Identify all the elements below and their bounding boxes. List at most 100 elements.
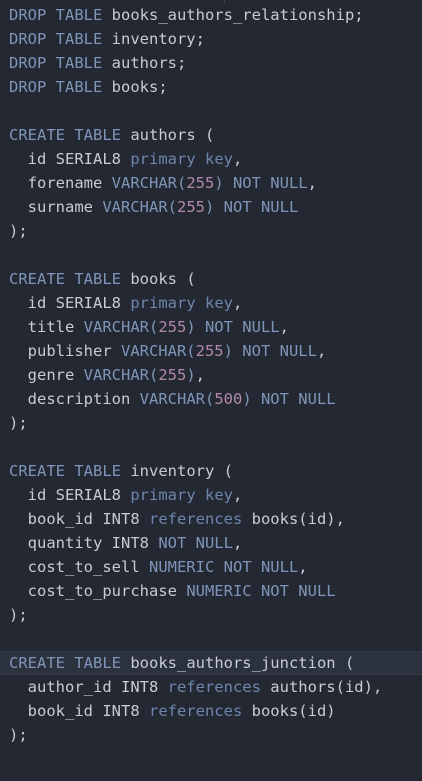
code-token: title xyxy=(9,318,84,336)
code-token: ); xyxy=(9,414,28,432)
code-token: , xyxy=(195,366,205,384)
code-token: ( xyxy=(195,126,215,144)
code-line[interactable]: book_id INT8 references books(id), xyxy=(0,507,422,531)
code-line[interactable]: DROP TABLE books_authors_relationship; xyxy=(0,3,422,27)
code-line[interactable]: genre VARCHAR(255), xyxy=(0,363,422,387)
code-token: authors(id), xyxy=(260,678,383,696)
code-line[interactable]: ); xyxy=(0,411,422,435)
code-token: CREATE TABLE xyxy=(9,654,131,672)
code-token: id SERIAL8 xyxy=(9,150,131,168)
code-token: 255 xyxy=(158,318,187,336)
code-line[interactable]: author_id INT8 references authors(id), xyxy=(0,675,422,699)
code-token: books(id), xyxy=(242,510,345,528)
code-line[interactable]: id SERIAL8 primary key, xyxy=(0,291,422,315)
code-line[interactable]: CREATE TABLE books_authors_junction ( xyxy=(0,651,422,675)
code-token: publisher xyxy=(9,342,121,360)
code-line[interactable]: ​ xyxy=(0,243,422,267)
code-token: , xyxy=(232,150,243,168)
code-token: authors xyxy=(130,126,196,144)
code-token: CREATE TABLE xyxy=(9,270,131,288)
code-token: , xyxy=(307,174,317,192)
code-token: VARCHAR( xyxy=(120,342,196,360)
code-line[interactable]: DROP TABLE authors; xyxy=(0,51,422,75)
code-line[interactable]: ); xyxy=(0,603,422,627)
code-token: DROP TABLE xyxy=(9,6,112,24)
code-token: 255 xyxy=(195,342,224,360)
code-token: ); xyxy=(9,222,28,240)
code-token: genre xyxy=(9,366,84,384)
code-token: CREATE TABLE xyxy=(9,126,131,144)
code-editor[interactable]: DROP TABLE books_authors_relationship; DR… xyxy=(0,0,422,781)
code-token: description xyxy=(9,390,140,408)
code-token: NUMERIC NOT NULL xyxy=(148,558,299,576)
code-token: 255 xyxy=(186,174,215,192)
code-token: DROP TABLE xyxy=(9,30,112,48)
code-token: NOT NULL xyxy=(158,534,233,552)
code-line[interactable]: ); xyxy=(0,723,422,747)
code-token: ; xyxy=(195,30,205,48)
code-token: ) NOT NULL xyxy=(186,318,280,336)
code-token: ) NOT NULL xyxy=(223,342,317,360)
code-line[interactable]: book_id INT8 references books(id) xyxy=(0,699,422,723)
code-token: cost_to_sell xyxy=(9,558,149,576)
code-line[interactable]: forename VARCHAR(255) NOT NULL, xyxy=(0,171,422,195)
code-token: ) xyxy=(186,366,196,384)
code-line[interactable]: ​ xyxy=(0,99,422,123)
code-token: books xyxy=(130,270,177,288)
code-token: CREATE TABLE xyxy=(9,462,131,480)
code-token: id SERIAL8 xyxy=(9,486,131,504)
code-token: references xyxy=(167,678,261,696)
code-line[interactable]: CREATE TABLE authors ( xyxy=(0,123,422,147)
code-line[interactable]: id SERIAL8 primary key, xyxy=(0,147,422,171)
code-token: VARCHAR( xyxy=(83,366,159,384)
code-token: DROP TABLE xyxy=(9,78,112,96)
code-line[interactable]: ​ xyxy=(0,627,422,651)
code-token: , xyxy=(316,342,327,360)
code-token: quantity INT8 xyxy=(9,534,159,552)
code-token: ( xyxy=(177,270,196,288)
code-token: ( xyxy=(335,654,355,672)
code-line[interactable]: title VARCHAR(255) NOT NULL, xyxy=(0,315,422,339)
code-token: ); xyxy=(9,606,28,624)
code-line[interactable]: ); xyxy=(0,219,422,243)
code-token: books(id) xyxy=(242,702,336,720)
code-token: references xyxy=(148,702,243,720)
code-token: 500 xyxy=(214,390,243,408)
code-line[interactable]: quantity INT8 NOT NULL, xyxy=(0,531,422,555)
code-line[interactable]: ​ xyxy=(0,435,422,459)
code-token: books_authors_junction xyxy=(130,654,336,672)
code-token: book_id INT8 xyxy=(9,510,149,528)
code-token: , xyxy=(232,534,243,552)
code-token: references xyxy=(148,510,243,528)
code-token: ; xyxy=(354,6,364,24)
code-line[interactable]: publisher VARCHAR(255) NOT NULL, xyxy=(0,339,422,363)
code-token: ) NOT NULL xyxy=(242,390,336,408)
code-line[interactable]: CREATE TABLE books ( xyxy=(0,267,422,291)
code-line[interactable]: CREATE TABLE inventory ( xyxy=(0,459,422,483)
code-line[interactable]: description VARCHAR(500) NOT NULL xyxy=(0,387,422,411)
code-token: primary key xyxy=(130,150,233,168)
code-token: books_authors_relationship xyxy=(111,6,355,24)
code-token: surname xyxy=(9,198,103,216)
code-token: , xyxy=(279,318,289,336)
code-line[interactable]: cost_to_purchase NUMERIC NOT NULL xyxy=(0,579,422,603)
code-token: books xyxy=(111,78,159,96)
code-token: forename xyxy=(9,174,112,192)
code-token: ) NOT NULL xyxy=(204,198,299,216)
code-token: , xyxy=(298,558,308,576)
code-lines[interactable]: DROP TABLE books_authors_relationship; DR… xyxy=(0,3,422,747)
code-token: , xyxy=(232,294,243,312)
code-token: ; xyxy=(176,54,187,72)
code-token: inventory xyxy=(130,462,215,480)
code-token: , xyxy=(232,486,243,504)
code-token: VARCHAR( xyxy=(83,318,159,336)
code-token: NUMERIC NOT NULL xyxy=(186,582,336,600)
code-line[interactable]: DROP TABLE inventory; xyxy=(0,27,422,51)
code-line[interactable]: surname VARCHAR(255) NOT NULL xyxy=(0,195,422,219)
code-line[interactable]: id SERIAL8 primary key, xyxy=(0,483,422,507)
code-token: primary key xyxy=(130,294,233,312)
code-token: ; xyxy=(158,78,168,96)
code-line[interactable]: cost_to_sell NUMERIC NOT NULL, xyxy=(0,555,422,579)
code-line[interactable]: DROP TABLE books; xyxy=(0,75,422,99)
code-token: author_id INT8 xyxy=(9,678,168,696)
